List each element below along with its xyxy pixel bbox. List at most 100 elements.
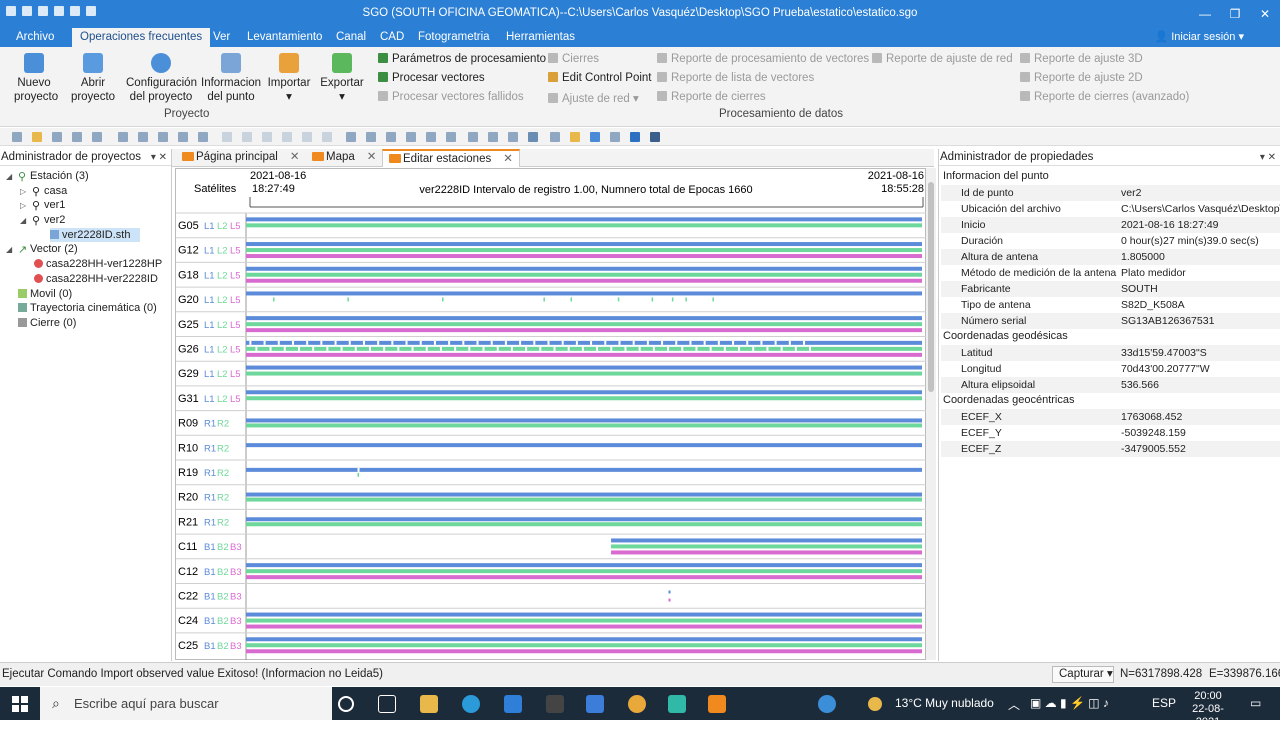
property-row[interactable]: Altura de antena 1.805000 [941,249,1280,265]
tree-file-ver2228id[interactable]: ver2228ID.sth [50,228,141,242]
select-icon[interactable] [528,132,538,142]
processing-params-button[interactable]: Parámetros de procesamiento [378,53,546,65]
property-row[interactable]: Tipo de antena S82D_K508A [941,297,1280,313]
pin-close-icon[interactable]: ▾ ✕ [151,149,167,166]
map-icon[interactable] [570,132,580,142]
collapse-arrow-icon[interactable]: ◢ [6,170,18,184]
property-value[interactable]: 33d15'59.47003"S [1121,345,1280,361]
tab-pagina-principal[interactable]: Página principal ✕ [176,149,305,167]
process-small-icon[interactable] [118,132,128,142]
pin-close-icon[interactable]: ▾ ✕ [1260,149,1276,166]
property-value[interactable]: 2021-08-16 18:27:49 [1121,217,1280,233]
chrome-icon[interactable] [628,695,646,713]
project-config-button[interactable]: Configuración del proyecto [126,53,197,104]
closures-button[interactable]: Cierres [548,53,599,65]
property-row[interactable]: Longitud 70d43'00.20777"W [941,361,1280,377]
property-row[interactable]: Id de punto ver2 [941,185,1280,201]
property-row[interactable]: Fabricante SOUTH [941,281,1280,297]
expand-arrow-icon[interactable]: ▷ [20,185,32,199]
import-small-icon[interactable] [92,132,102,142]
close-tab-icon[interactable]: ✕ [290,151,300,163]
property-value[interactable]: S82D_K508A [1121,297,1280,313]
help-icon[interactable] [630,132,640,142]
tree-vector[interactable]: ◢ ↗ Vector (2) [6,242,78,256]
redo-icon[interactable] [488,132,498,142]
process-failed-button[interactable]: Procesar vectores fallidos [378,91,524,103]
export-button[interactable]: Exportar ▾ [318,53,366,104]
tree-vector-1[interactable]: casa228HH-ver1228HP [34,257,162,271]
exit-icon[interactable] [650,132,660,142]
tree-station-ver1[interactable]: ▷ ⚲ ver1 [20,198,65,212]
expand-arrow-icon[interactable]: ▷ [20,199,32,213]
file-explorer-icon[interactable] [420,695,438,713]
collapse-arrow-icon[interactable]: ◢ [20,214,32,228]
report-closures[interactable]: Reporte de cierres [657,91,766,103]
report-small-icon[interactable] [302,132,312,142]
undo-icon[interactable] [468,132,478,142]
taskbar-clock[interactable]: 20:00 22-08-2021 [1180,690,1236,729]
report-small-icon[interactable] [262,132,272,142]
property-value[interactable]: C:\Users\Carlos Vasquéz\Desktop\... [1121,201,1280,217]
report-small-icon[interactable] [222,132,232,142]
weather-text[interactable]: 13°C Muy nublado [895,696,994,710]
zoom-window-icon[interactable] [406,132,416,142]
property-row[interactable]: Ubicación del archivo C:\Users\Carlos Vas… [941,201,1280,217]
cortana-icon[interactable] [338,696,354,712]
property-row[interactable]: ECEF_Z -3479005.552 [941,441,1280,457]
property-row[interactable]: Número serial SG13AB126367531 [941,313,1280,329]
info-icon[interactable] [590,132,600,142]
menu-archivo[interactable]: Archivo [8,28,62,47]
point-info-button[interactable]: Informacion del punto [201,53,261,104]
property-value[interactable]: -5039248.159 [1121,425,1280,441]
vector-small-icon[interactable] [178,132,188,142]
menu-operaciones-frecuentes[interactable]: Operaciones frecuentes [72,28,211,47]
edit-control-point-button[interactable]: Edit Control Point [548,72,652,84]
windows-start-icon[interactable] [12,696,28,712]
open-folder-icon[interactable] [32,132,42,142]
property-row[interactable]: Duración 0 hour(s)27 min(s)39.0 sec(s) [941,233,1280,249]
tree-station-ver2[interactable]: ◢ ⚲ ver2 [20,213,65,227]
report-closures-advanced[interactable]: Reporte de cierres (avanzado) [1020,91,1189,103]
report-small-icon[interactable] [282,132,292,142]
import-button[interactable]: Importar ▾ [266,53,312,104]
new-file-icon[interactable] [12,132,22,142]
process-vectors-button[interactable]: Procesar vectores [378,72,485,84]
property-row[interactable]: ECEF_X 1763068.452 [941,409,1280,425]
layer-icon[interactable] [550,132,560,142]
menu-fotogrametria[interactable]: Fotogrametria [410,28,498,47]
app-icon[interactable] [546,695,564,713]
report-vector-processing[interactable]: Reporte de procesamiento de vectores [657,53,869,65]
menu-cad[interactable]: CAD [372,28,412,47]
network-small-icon[interactable] [158,132,168,142]
property-value[interactable]: -3479005.552 [1121,441,1280,457]
process-failed-small-icon[interactable] [138,132,148,142]
login-button[interactable]: 👤 Iniciar sesión ▾ [1154,30,1244,43]
tray-icons[interactable]: ▣ ☁ ▮ ⚡ ◫ ♪ [1030,696,1109,710]
property-row[interactable]: Latitud 33d15'59.47003"S [941,345,1280,361]
report-small-icon[interactable] [322,132,332,142]
menu-levantamiento[interactable]: Levantamiento [239,28,330,47]
edge-icon[interactable] [462,695,480,713]
property-row[interactable]: ECEF_Y -5039248.159 [941,425,1280,441]
measure-icon[interactable] [508,132,518,142]
tree-movil[interactable]: Movil (0) [18,287,72,301]
vertical-scrollbar[interactable] [926,168,936,660]
tree-trayectoria[interactable]: Trayectoria cinemática (0) [18,301,157,315]
open-project-button[interactable]: Abrir proyecto [70,53,116,104]
tree-cierre[interactable]: Cierre (0) [18,316,76,330]
mail-icon[interactable] [586,695,604,713]
tree-vector-2[interactable]: casa228HH-ver2228ID [34,272,158,286]
language-indicator[interactable]: ESP [1152,696,1176,710]
property-value[interactable]: 0 hour(s)27 min(s)39.0 sec(s) [1121,233,1280,249]
hand-pan-icon[interactable] [346,132,356,142]
zoom-extent-icon[interactable] [426,132,436,142]
property-value[interactable]: Plato medidor [1121,265,1280,281]
menu-canal[interactable]: Canal [328,28,374,47]
help-app-icon[interactable] [818,695,836,713]
tray-chevron-icon[interactable]: ︿ [1008,696,1020,713]
property-value[interactable]: 70d43'00.20777"W [1121,361,1280,377]
sgo-app-icon[interactable] [708,695,726,713]
capture-dropdown[interactable]: Capturar ▾ [1052,666,1114,683]
adjust-small-icon[interactable] [198,132,208,142]
tab-mapa[interactable]: Mapa ✕ [306,149,382,167]
